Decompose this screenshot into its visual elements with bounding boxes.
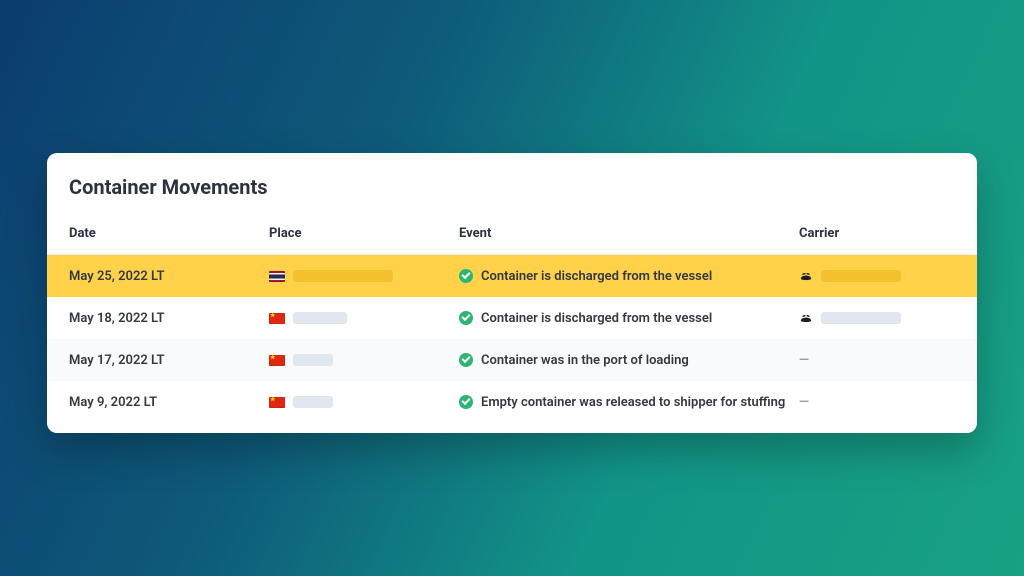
ship-icon	[799, 269, 813, 283]
cell-place	[269, 396, 459, 408]
redacted-place	[293, 354, 333, 366]
redacted-carrier	[821, 270, 901, 282]
check-icon	[459, 395, 473, 409]
cell-date: May 25, 2022 LT	[69, 269, 269, 284]
no-carrier-dash: —	[799, 353, 809, 368]
table-row[interactable]: May 25, 2022 LT Container is discharged …	[47, 255, 977, 297]
col-place: Place	[269, 226, 459, 241]
redacted-place	[293, 312, 347, 324]
cell-carrier	[799, 311, 969, 325]
cell-carrier: —	[799, 395, 969, 410]
flag-cn-icon	[269, 355, 285, 366]
event-text: Container is discharged from the vessel	[481, 269, 712, 284]
event-text: Empty container was released to shipper …	[481, 395, 785, 410]
event-text: Container was in the port of loading	[481, 353, 689, 368]
check-icon	[459, 353, 473, 367]
ship-icon	[799, 311, 813, 325]
check-icon	[459, 311, 473, 325]
flag-th-icon	[269, 271, 285, 282]
card-title: Container Movements	[47, 175, 977, 213]
event-text: Container is discharged from the vessel	[481, 311, 712, 326]
redacted-carrier	[821, 312, 901, 324]
flag-cn-icon	[269, 313, 285, 324]
container-movements-card: Container Movements Date Place Event Car…	[47, 153, 977, 433]
cell-carrier: —	[799, 353, 969, 368]
table-row[interactable]: May 17, 2022 LT Container was in the por…	[47, 339, 977, 381]
cell-event: Container is discharged from the vessel	[459, 269, 799, 284]
cell-place	[269, 354, 459, 366]
col-event: Event	[459, 226, 799, 241]
no-carrier-dash: —	[799, 395, 809, 410]
cell-carrier	[799, 269, 969, 283]
cell-event: Container was in the port of loading	[459, 353, 799, 368]
table-row[interactable]: May 18, 2022 LT Container is discharged …	[47, 297, 977, 339]
flag-cn-icon	[269, 397, 285, 408]
redacted-place	[293, 396, 333, 408]
cell-event: Container is discharged from the vessel	[459, 311, 799, 326]
col-carrier: Carrier	[799, 226, 969, 241]
cell-date: May 17, 2022 LT	[69, 353, 269, 368]
table-row[interactable]: May 9, 2022 LT Empty container was relea…	[47, 381, 977, 423]
check-icon	[459, 269, 473, 283]
table-header: Date Place Event Carrier	[47, 213, 977, 255]
cell-date: May 18, 2022 LT	[69, 311, 269, 326]
cell-place	[269, 270, 459, 282]
cell-place	[269, 312, 459, 324]
redacted-place	[293, 270, 393, 282]
cell-date: May 9, 2022 LT	[69, 395, 269, 410]
cell-event: Empty container was released to shipper …	[459, 395, 799, 410]
col-date: Date	[69, 226, 269, 241]
movements-table: Date Place Event Carrier May 25, 2022 LT…	[47, 213, 977, 423]
